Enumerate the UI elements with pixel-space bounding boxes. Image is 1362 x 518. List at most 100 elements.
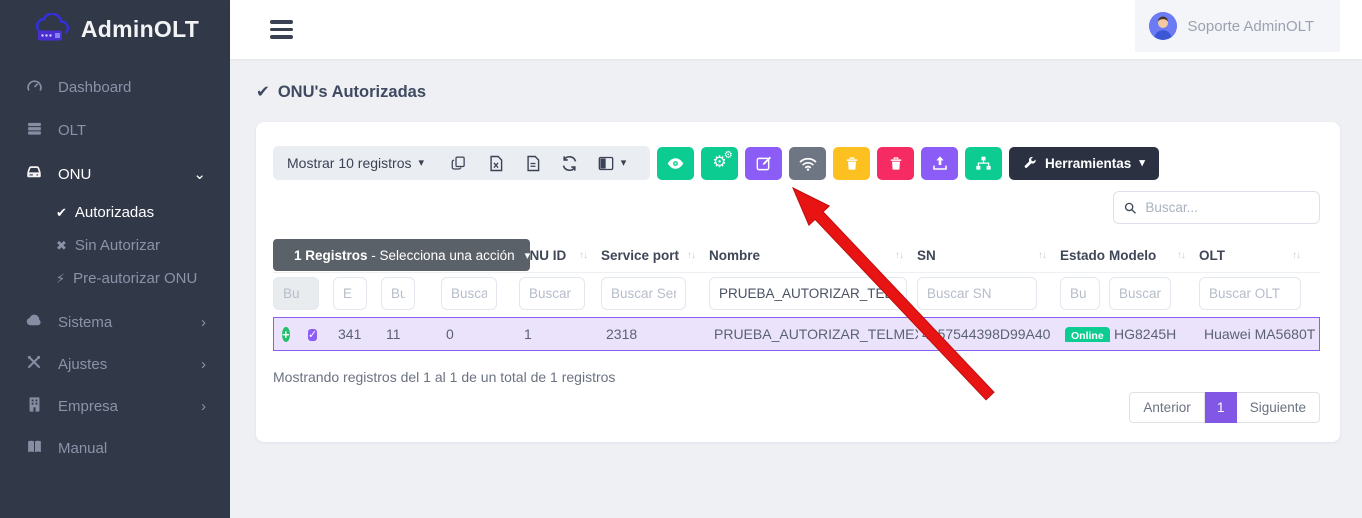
filter-input-modelo[interactable] — [1109, 277, 1171, 310]
logo-text: AdminOLT — [81, 16, 199, 43]
search-row — [273, 191, 1320, 224]
sort-icon[interactable]: ↑↓ — [1177, 250, 1185, 261]
sidebar-subitem-label: Pre-autorizar ONU — [73, 270, 197, 287]
column-header-nombre[interactable]: Nombre↑↓ — [709, 248, 917, 263]
column-header-estado[interactable]: Estado — [1060, 248, 1109, 263]
column-header-onu-id[interactable]: ONU ID↑↓ — [519, 248, 601, 263]
bulk-action-dropdown[interactable]: 1 Registros - Selecciona una acción ▾ — [273, 239, 530, 271]
menu-toggle-button[interactable] — [270, 20, 293, 38]
excel-icon — [489, 155, 503, 172]
sidebar-subitem-label: Autorizadas — [75, 204, 154, 221]
refresh-button[interactable] — [551, 146, 588, 180]
filter-input-estado[interactable] — [1060, 277, 1100, 310]
sidebar-nav: Dashboard OLT ONU ⌄ ✔ Autorizadas ✖ Sin … — [0, 58, 230, 469]
soft-delete-button[interactable] — [833, 147, 870, 180]
export-file-button[interactable] — [514, 146, 551, 180]
chevron-right-icon: › — [201, 398, 206, 415]
caret-down-icon: ▾ — [525, 249, 531, 262]
column-header-service-port[interactable]: Service port↑↓ — [601, 248, 709, 263]
caret-down-icon: ▾ — [418, 158, 424, 169]
upload-button[interactable] — [921, 147, 958, 180]
sidebar-item-manual[interactable]: Manual — [0, 428, 230, 469]
wifi-button[interactable] — [789, 147, 826, 180]
sidebar-item-label: Dashboard — [58, 79, 131, 96]
search-icon — [1124, 201, 1136, 215]
check-icon: ✔ — [256, 82, 270, 102]
herramientas-button[interactable]: Herramientas ▾ — [1009, 147, 1159, 180]
sidebar-item-pre-autorizar[interactable]: ⚡ Pre-autorizar ONU — [0, 262, 230, 295]
column-header-sn[interactable]: SN↑↓ — [917, 248, 1060, 263]
sort-icon[interactable]: ↑↓ — [579, 250, 587, 261]
filter-input-slot[interactable] — [381, 277, 415, 310]
pagination-current-page[interactable]: 1 — [1205, 392, 1237, 423]
sort-icon[interactable]: ↑↓ — [1038, 250, 1046, 261]
sidebar-item-dashboard[interactable]: Dashboard — [0, 66, 230, 109]
chevron-right-icon: › — [201, 356, 206, 373]
sitemap-icon — [975, 156, 992, 171]
filter-input-id[interactable] — [333, 277, 367, 310]
app-logo[interactable]: AdminOLT — [0, 0, 230, 58]
column-header-olt[interactable]: OLT↑↓ — [1199, 248, 1314, 263]
filter-input-port[interactable] — [441, 277, 497, 310]
sitemap-button[interactable] — [965, 147, 1002, 180]
row-checkbox[interactable]: ✓ — [308, 329, 317, 341]
cell-nombre: PRUEBA_AUTORIZAR_TELMEX — [710, 326, 918, 342]
caret-down-icon: ▾ — [621, 158, 627, 169]
app-window: AdminOLT Dashboard OLT ONU ⌄ ✔ Autorizad… — [0, 0, 1362, 518]
cell-onu-id: 1 — [520, 326, 602, 342]
page-title: ✔ ONU's Autorizadas — [256, 82, 1340, 102]
sidebar-item-sin-autorizar[interactable]: ✖ Sin Autorizar — [0, 229, 230, 262]
search-box — [1113, 191, 1320, 224]
view-button[interactable] — [657, 147, 694, 180]
edit-icon — [756, 155, 772, 171]
filter-input-nombre[interactable] — [709, 277, 907, 310]
wifi-icon — [799, 156, 817, 171]
file-icon — [526, 155, 540, 172]
edit-button[interactable] — [745, 147, 782, 180]
wrench-icon — [1023, 156, 1037, 170]
filter-input-onu-id[interactable] — [519, 277, 585, 310]
pagination-prev-button[interactable]: Anterior — [1129, 392, 1204, 423]
services-button[interactable]: ⚙⚙ — [701, 147, 738, 180]
status-badge: Online — [1065, 327, 1110, 342]
sidebar-item-olt[interactable]: OLT — [0, 109, 230, 152]
search-input[interactable] — [1145, 200, 1309, 215]
sidebar-item-ajustes[interactable]: Ajustes › — [0, 343, 230, 385]
sort-icon[interactable]: ↑↓ — [687, 250, 695, 261]
pagination-next-button[interactable]: Siguiente — [1237, 392, 1320, 423]
table-info-text: Mostrando registros del 1 al 1 de un tot… — [273, 369, 1320, 385]
user-menu[interactable]: Soporte AdminOLT — [1135, 0, 1340, 52]
sidebar-item-onu[interactable]: ONU ⌄ — [0, 152, 230, 196]
column-header-modelo[interactable]: Modelo↑↓ — [1109, 248, 1199, 263]
columns-icon — [598, 156, 614, 171]
check-icon: ✔ — [56, 205, 67, 221]
pagination: Anterior 1 Siguiente — [1129, 392, 1320, 423]
cogs-icon: ⚙⚙ — [712, 155, 726, 171]
sidebar-item-sistema[interactable]: Sistema › — [0, 301, 230, 343]
sidebar-item-label: ONU — [58, 166, 91, 183]
delete-button[interactable] — [877, 147, 914, 180]
sidebar-item-label: OLT — [58, 122, 86, 139]
filter-input-sn[interactable] — [917, 277, 1037, 310]
eye-icon — [667, 157, 684, 170]
table-card: Mostrar 10 registros ▾ — [256, 122, 1340, 442]
refresh-icon — [561, 155, 578, 172]
filter-input-olt[interactable] — [1199, 277, 1301, 310]
sidebar-item-autorizadas[interactable]: ✔ Autorizadas — [0, 196, 230, 229]
column-visibility-button[interactable]: ▾ — [588, 146, 636, 180]
copy-icon — [451, 155, 466, 171]
export-excel-button[interactable] — [477, 146, 514, 180]
sidebar-item-empresa[interactable]: Empresa › — [0, 385, 230, 428]
sort-icon[interactable]: ↑↓ — [895, 250, 903, 261]
page-length-select[interactable]: Mostrar 10 registros ▾ — [287, 155, 440, 171]
table-row[interactable]: + ✓ 341 11 0 1 2318 PRUEBA_AUTORIZAR_TEL… — [273, 317, 1320, 351]
cell-olt: Huawei MA5680T — [1200, 326, 1315, 342]
sort-icon[interactable]: ↑↓ — [1292, 250, 1300, 261]
copy-button[interactable] — [440, 146, 477, 180]
topbar: Soporte AdminOLT — [230, 0, 1362, 59]
pagination-row: Anterior 1 Siguiente — [273, 392, 1320, 423]
expand-row-button[interactable]: + — [282, 327, 290, 342]
content-area: ✔ ONU's Autorizadas Mostrar 10 registros… — [230, 59, 1362, 518]
sidebar-subitem-label: Sin Autorizar — [75, 237, 160, 254]
filter-input-service-port[interactable] — [601, 277, 686, 310]
